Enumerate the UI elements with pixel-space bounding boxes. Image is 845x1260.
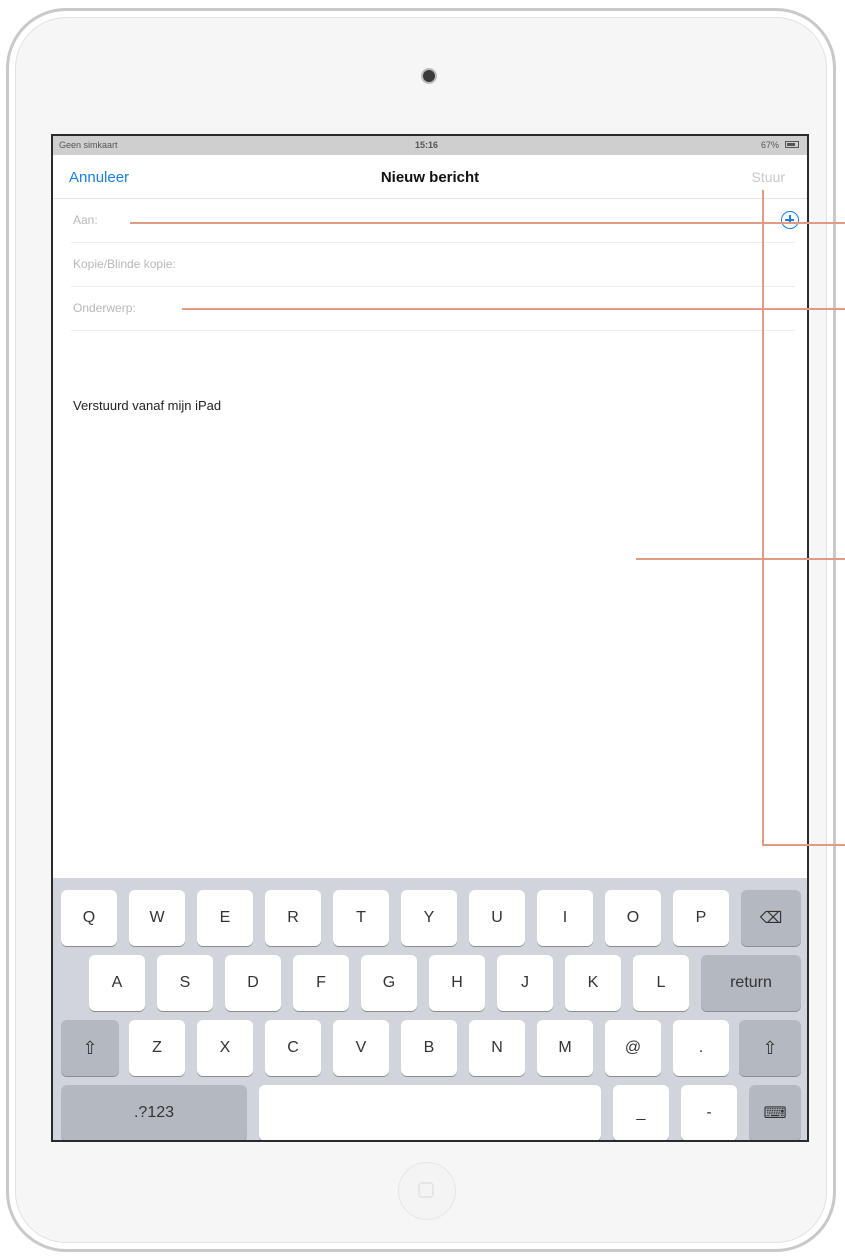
key-f[interactable]: F <box>293 955 349 1011</box>
key-period[interactable]: . <box>673 1020 729 1076</box>
key-d[interactable]: D <box>225 955 281 1011</box>
shift-icon: ⇧ <box>82 1037 98 1058</box>
delete-key[interactable]: ⌫ <box>741 890 801 946</box>
return-key[interactable]: return <box>701 955 801 1011</box>
battery-icon <box>785 141 799 148</box>
key-at[interactable]: @ <box>605 1020 661 1076</box>
space-bar[interactable] <box>259 1085 601 1140</box>
callout-line-send <box>762 844 845 846</box>
home-square-icon <box>418 1182 434 1198</box>
key-s[interactable]: S <box>157 955 213 1011</box>
cc-bcc-field[interactable]: Kopie/Blinde kopie: <box>71 243 795 287</box>
screen: Geen simkaart 15:16 67% Annuleer Nieuw b… <box>51 134 809 1142</box>
shift-key-left[interactable]: ⇧ <box>61 1020 119 1076</box>
key-r[interactable]: R <box>265 890 321 946</box>
key-g[interactable]: G <box>361 955 417 1011</box>
carrier-label: Geen simkaart <box>59 140 118 150</box>
clock: 15:16 <box>415 140 439 150</box>
subject-label: Onderwerp: <box>73 301 136 315</box>
status-bar: Geen simkaart 15:16 67% <box>53 136 807 155</box>
key-n[interactable]: N <box>469 1020 525 1076</box>
signature-text: Verstuurd vanaf mijn iPad <box>73 398 222 413</box>
key-c[interactable]: C <box>265 1020 321 1076</box>
key-q[interactable]: Q <box>61 890 117 946</box>
callout-line-to <box>130 222 845 224</box>
key-a[interactable]: A <box>89 955 145 1011</box>
add-contact-icon[interactable] <box>781 211 799 229</box>
to-field[interactable]: Aan: <box>71 199 799 243</box>
key-u[interactable]: U <box>469 890 525 946</box>
key-b[interactable]: B <box>401 1020 457 1076</box>
key-t[interactable]: T <box>333 890 389 946</box>
page-title: Nieuw bericht <box>380 169 480 186</box>
key-underscore[interactable]: _ <box>613 1085 669 1140</box>
shift-icon: ⇧ <box>762 1037 778 1058</box>
cc-bcc-label: Kopie/Blinde kopie: <box>73 257 176 271</box>
nav-bar: Annuleer Nieuw bericht Stuur <box>53 155 807 199</box>
key-w[interactable]: W <box>129 890 185 946</box>
keyboard: Q W E R T Y U I O P ⌫ A S D F G H J K L … <box>53 878 807 1140</box>
callout-line-send-vertical <box>762 190 764 846</box>
send-button[interactable]: Stuur <box>752 169 785 185</box>
key-e[interactable]: E <box>197 890 253 946</box>
battery-percent: 67% <box>760 140 779 150</box>
key-z[interactable]: Z <box>129 1020 185 1076</box>
camera-icon <box>423 70 435 82</box>
callout-line-subject <box>182 308 845 310</box>
key-y[interactable]: Y <box>401 890 457 946</box>
key-i[interactable]: I <box>537 890 593 946</box>
to-label: Aan: <box>73 213 98 227</box>
hide-keyboard-key[interactable]: ⌨ <box>749 1085 801 1140</box>
key-x[interactable]: X <box>197 1020 253 1076</box>
key-v[interactable]: V <box>333 1020 389 1076</box>
key-j[interactable]: J <box>497 955 553 1011</box>
key-l[interactable]: L <box>633 955 689 1011</box>
home-button[interactable] <box>398 1162 456 1220</box>
numbers-key[interactable]: .?123 <box>61 1085 247 1140</box>
shift-key-right[interactable]: ⇧ <box>739 1020 801 1076</box>
key-m[interactable]: M <box>537 1020 593 1076</box>
keyboard-icon: ⌨ <box>763 1105 787 1122</box>
backspace-icon: ⌫ <box>759 910 783 927</box>
message-body[interactable]: Verstuurd vanaf mijn iPad <box>53 332 807 878</box>
callout-line-body <box>636 558 845 560</box>
key-h[interactable]: H <box>429 955 485 1011</box>
key-k[interactable]: K <box>565 955 621 1011</box>
key-dash[interactable]: - <box>681 1085 737 1140</box>
key-p[interactable]: P <box>673 890 729 946</box>
key-o[interactable]: O <box>605 890 661 946</box>
